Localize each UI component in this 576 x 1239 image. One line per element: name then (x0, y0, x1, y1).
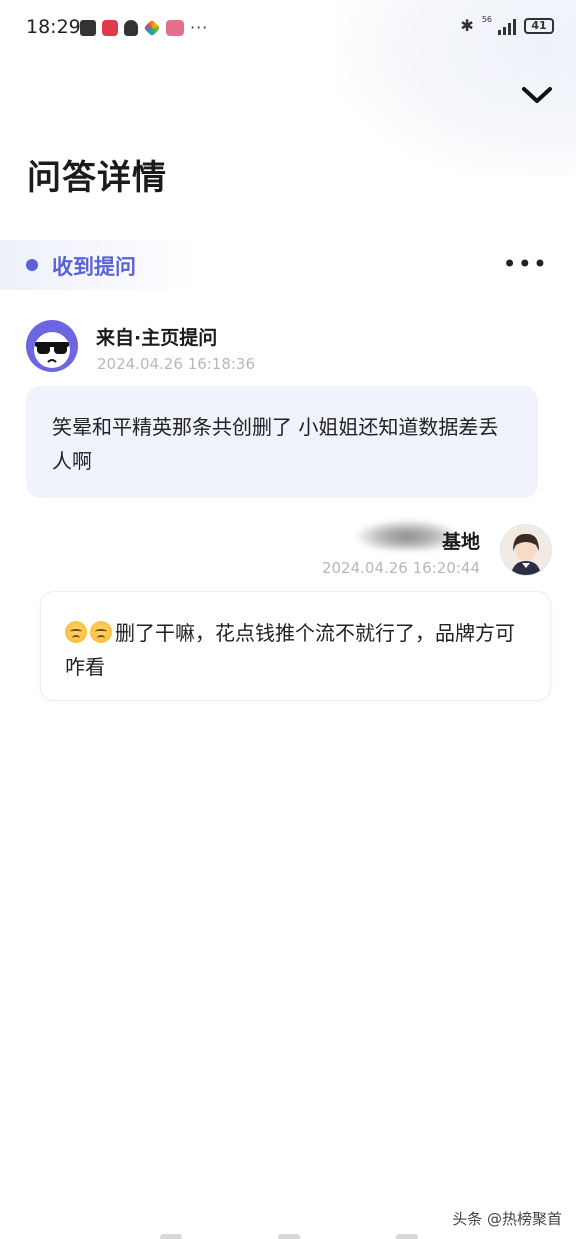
status-time: 18:29 (26, 16, 81, 38)
section-header: 收到提问 ••• (0, 240, 576, 290)
network-type: 56 (481, 15, 492, 24)
upload-icon (80, 19, 96, 36)
sad-sweat-emoji-icon (90, 621, 112, 643)
answerer-name[interactable]: 基地 (442, 527, 480, 554)
notification-icons: ··· (80, 18, 208, 37)
battery-icon: 41 (524, 17, 554, 34)
answer-text: 删了干嘛，花点钱推个流不就行了，品牌方可咋看 (65, 621, 515, 679)
app-colorful-icon (143, 19, 161, 36)
sad-sweat-emoji-icon (65, 621, 87, 643)
answerer-avatar[interactable] (500, 524, 552, 576)
profile-photo-icon (501, 525, 551, 575)
more-notifications-icon: ··· (190, 18, 209, 37)
bluetooth-icon: ✱ (460, 16, 474, 35)
signal-icon (498, 17, 516, 35)
answer-timestamp: 2024.04.26 16:20:44 (321, 559, 480, 577)
watermark: 头条 @热榜聚首 (452, 1210, 562, 1228)
question-bubble: 笑晕和平精英那条共创删了 小姐姐还知道数据差丢人啊 (26, 386, 538, 498)
nav-recent-hint[interactable] (396, 1234, 418, 1239)
section-dot-icon (26, 259, 38, 271)
battery-level: 41 (531, 19, 547, 32)
anonymous-sunglasses-icon (34, 332, 70, 368)
question-source: 来自·主页提问 (96, 327, 218, 349)
qq-icon (124, 19, 138, 36)
section-label: 收到提问 (52, 255, 136, 279)
asker-avatar (26, 320, 78, 372)
question-timestamp: 2024.04.26 16:18:36 (97, 355, 256, 373)
question-text: 笑晕和平精英那条共创删了 小姐姐还知道数据差丢人啊 (52, 415, 499, 473)
app-notification-icon (102, 19, 118, 36)
nav-back-hint[interactable] (160, 1234, 182, 1239)
nav-home-hint[interactable] (278, 1234, 300, 1239)
page-title: 问答详情 (27, 158, 167, 198)
system-icons: ✱ 56 41 (460, 15, 554, 35)
chevron-down-icon[interactable] (520, 82, 554, 108)
app-pink-icon (166, 19, 184, 36)
more-options-button[interactable]: ••• (503, 252, 548, 276)
status-bar: 18:29 ··· ✱ 56 41 (0, 0, 576, 56)
screen: 18:29 ··· ✱ 56 41 问答详情 收到提问 ••• 来自·主页提问 … (0, 0, 576, 1239)
answer-bubble: 删了干嘛，花点钱推个流不就行了，品牌方可咋看 (40, 591, 551, 701)
